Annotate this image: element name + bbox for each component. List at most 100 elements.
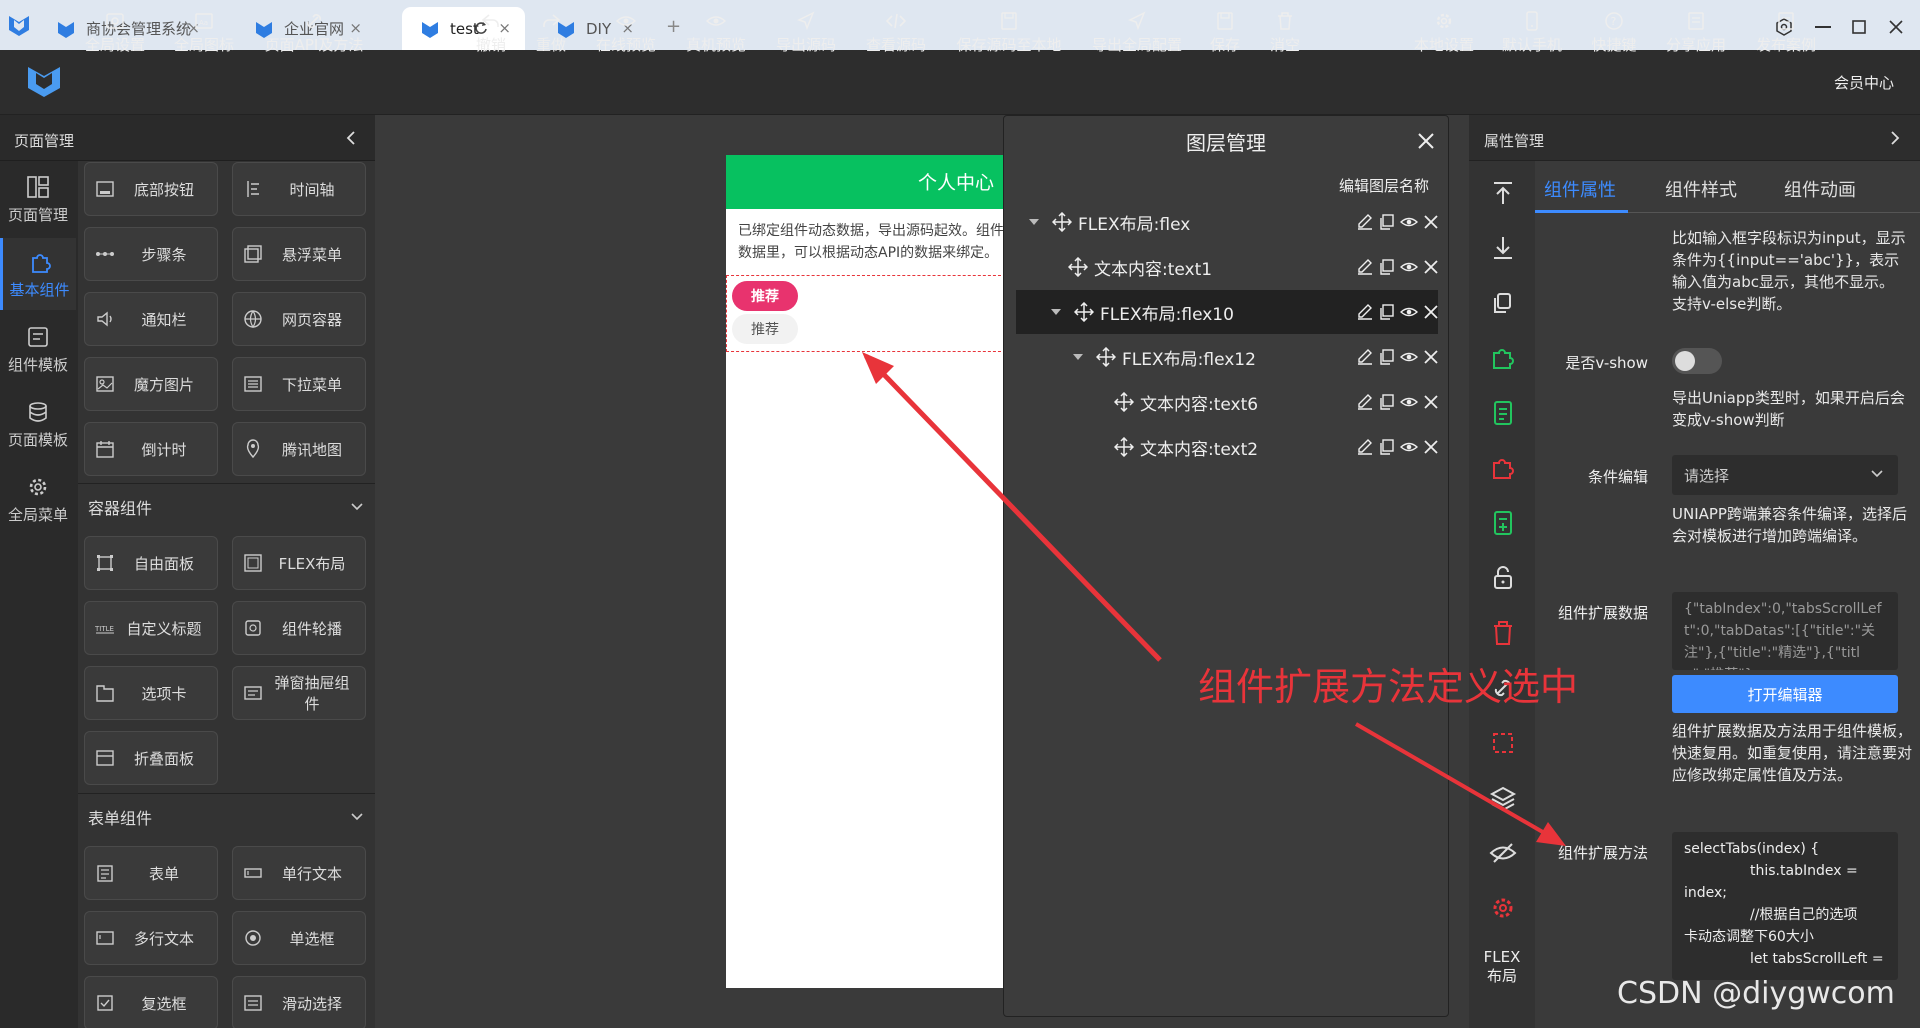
trash-icon[interactable] — [1488, 618, 1518, 648]
tab-component-props[interactable]: 组件属性 — [1544, 176, 1616, 202]
delete-icon[interactable] — [1422, 348, 1440, 366]
move-bottom-icon[interactable] — [1488, 233, 1518, 263]
doc-add-icon[interactable] — [1488, 508, 1518, 538]
comp-notice-bar[interactable]: 通知栏 — [84, 292, 218, 346]
comp-free-panel[interactable]: 自由面板 — [84, 536, 218, 590]
online-preview-button[interactable]: 在线预览 — [594, 10, 658, 60]
edit-icon[interactable] — [1356, 393, 1374, 411]
move-icon[interactable] — [1096, 347, 1116, 367]
edit-icon[interactable] — [1356, 438, 1374, 456]
comp-dropdown-menu[interactable]: 下拉菜单 — [232, 357, 366, 411]
device-preview-button[interactable]: 真机预览 — [684, 10, 748, 60]
comp-slider-select[interactable]: 滑动选择 — [232, 976, 366, 1028]
delete-icon[interactable] — [1422, 393, 1440, 411]
close-window-icon[interactable] — [1889, 20, 1903, 34]
layers-icon[interactable] — [1488, 783, 1518, 813]
nav-page-templates[interactable]: 页面模板 — [0, 388, 76, 460]
copy-icon[interactable] — [1378, 258, 1396, 276]
export-source-button[interactable]: 导出源码 — [774, 10, 838, 60]
comp-radio[interactable]: 单选框 — [232, 911, 366, 965]
vshow-toggle[interactable] — [1672, 348, 1722, 374]
new-tab-button[interactable]: + — [666, 16, 681, 37]
caret-down-icon[interactable] — [1072, 352, 1084, 362]
comp-custom-title[interactable]: TITLE 自定义标题 — [84, 601, 218, 655]
nav-page-management[interactable]: 页面管理 — [0, 163, 76, 235]
delete-icon[interactable] — [1422, 303, 1440, 321]
comp-single-line-text[interactable]: 单行文本 — [232, 846, 366, 900]
publish-case-button[interactable]: 发布案例 — [1754, 10, 1818, 60]
delete-icon[interactable] — [1422, 213, 1440, 231]
local-settings-button[interactable]: 本地设置 — [1412, 10, 1476, 60]
save-source-local-button[interactable]: 保存源码至本地 — [954, 10, 1064, 60]
tab-component-style[interactable]: 组件样式 — [1665, 176, 1737, 202]
view-source-button[interactable]: 查看源码 — [864, 10, 928, 60]
comp-tencent-map[interactable]: 腾讯地图 — [232, 422, 366, 476]
open-editor-button[interactable]: 打开编辑器 — [1672, 675, 1898, 713]
nav-basic-components[interactable]: 基本组件 — [0, 238, 76, 310]
eye-icon[interactable] — [1400, 303, 1418, 321]
redo-button[interactable]: 重做 — [534, 10, 568, 60]
copy-icon[interactable] — [1378, 438, 1396, 456]
eye-icon[interactable] — [1400, 258, 1418, 276]
copy-icon[interactable] — [1488, 288, 1518, 318]
comp-countdown[interactable]: 倒计时 — [84, 422, 218, 476]
copy-icon[interactable] — [1378, 348, 1396, 366]
comp-collapse-panel[interactable]: 折叠面板 — [84, 731, 218, 785]
export-global-config-button[interactable]: 导出全局配置 — [1090, 10, 1184, 60]
move-icon[interactable] — [1068, 257, 1088, 277]
comp-checkbox[interactable]: 复选框 — [84, 976, 218, 1028]
puzzle-icon[interactable] — [1488, 343, 1518, 373]
share-app-button[interactable]: 分享应用 — [1664, 10, 1728, 60]
collapse-left-icon[interactable] — [344, 130, 358, 146]
comp-tabs[interactable]: 选项卡 — [84, 666, 218, 720]
undo-button[interactable]: 撤销 — [474, 10, 508, 60]
ext-data-textarea[interactable]: {"tabIndex":0,"tabsScrollLeft":0,"tabDat… — [1672, 592, 1898, 670]
edit-icon[interactable] — [1356, 213, 1374, 231]
gear-red-icon[interactable] — [1488, 893, 1518, 923]
global-settings-button[interactable]: 全局设置 — [84, 10, 146, 60]
edit-icon[interactable] — [1356, 303, 1374, 321]
nav-component-templates[interactable]: 组件模板 — [0, 313, 76, 385]
ext-method-textarea[interactable]: selectTabs(index) { this.tabIndex = inde… — [1672, 832, 1898, 980]
move-icon[interactable] — [1114, 392, 1134, 412]
comp-bottom-button[interactable]: 底部按钮 — [84, 162, 218, 216]
move-top-icon[interactable] — [1488, 178, 1518, 208]
phone-tab-inactive[interactable]: 推荐 — [732, 314, 798, 344]
comp-carousel[interactable]: 组件轮播 — [232, 601, 366, 655]
move-icon[interactable] — [1052, 212, 1072, 232]
default-phone-button[interactable]: 默认手机 — [1500, 10, 1564, 60]
phone-tab-active[interactable]: 推荐 — [732, 281, 798, 311]
move-icon[interactable] — [1074, 302, 1094, 322]
comp-floating-menu[interactable]: 悬浮菜单 — [232, 227, 366, 281]
delete-icon[interactable] — [1422, 438, 1440, 456]
copy-icon[interactable] — [1378, 393, 1396, 411]
clear-button[interactable]: 消空 — [1268, 10, 1302, 60]
comp-multi-line-text[interactable]: 多行文本 — [84, 911, 218, 965]
save-button[interactable]: 保存 — [1208, 10, 1242, 60]
delete-icon[interactable] — [1422, 258, 1440, 276]
unlock-icon[interactable] — [1488, 563, 1518, 593]
form-section-header[interactable]: 表单组件 — [78, 793, 375, 839]
comp-popup-drawer[interactable]: 弹窗抽屉组件 — [232, 666, 366, 720]
eye-off-icon[interactable] — [1488, 838, 1518, 868]
page-api-button[interactable]: 页面API及方法 — [262, 10, 366, 60]
puzzle-red-icon[interactable] — [1488, 453, 1518, 483]
comp-steps[interactable]: 步骤条 — [84, 227, 218, 281]
comp-flex-layout[interactable]: FLEX布局 — [232, 536, 366, 590]
eye-icon[interactable] — [1400, 348, 1418, 366]
comp-timeline[interactable]: 时间轴 — [232, 162, 366, 216]
document-icon[interactable] — [1488, 398, 1518, 428]
close-icon[interactable] — [1417, 132, 1435, 150]
caret-down-icon[interactable] — [1028, 217, 1040, 227]
select-box-icon[interactable] — [1488, 728, 1518, 758]
cond-edit-select[interactable]: 请选择 — [1672, 455, 1898, 495]
copy-icon[interactable] — [1378, 213, 1396, 231]
copy-icon[interactable] — [1378, 303, 1396, 321]
eye-icon[interactable] — [1400, 438, 1418, 456]
collapse-right-icon[interactable] — [1888, 130, 1902, 146]
edit-layer-name-link[interactable]: 编辑图层名称 — [1339, 175, 1429, 196]
maximize-icon[interactable] — [1852, 20, 1866, 34]
comp-web-container[interactable]: 网页容器 — [232, 292, 366, 346]
member-center-link[interactable]: 会员中心 — [1834, 72, 1894, 93]
shortcuts-button[interactable]: ? 快捷键 — [1590, 10, 1638, 60]
